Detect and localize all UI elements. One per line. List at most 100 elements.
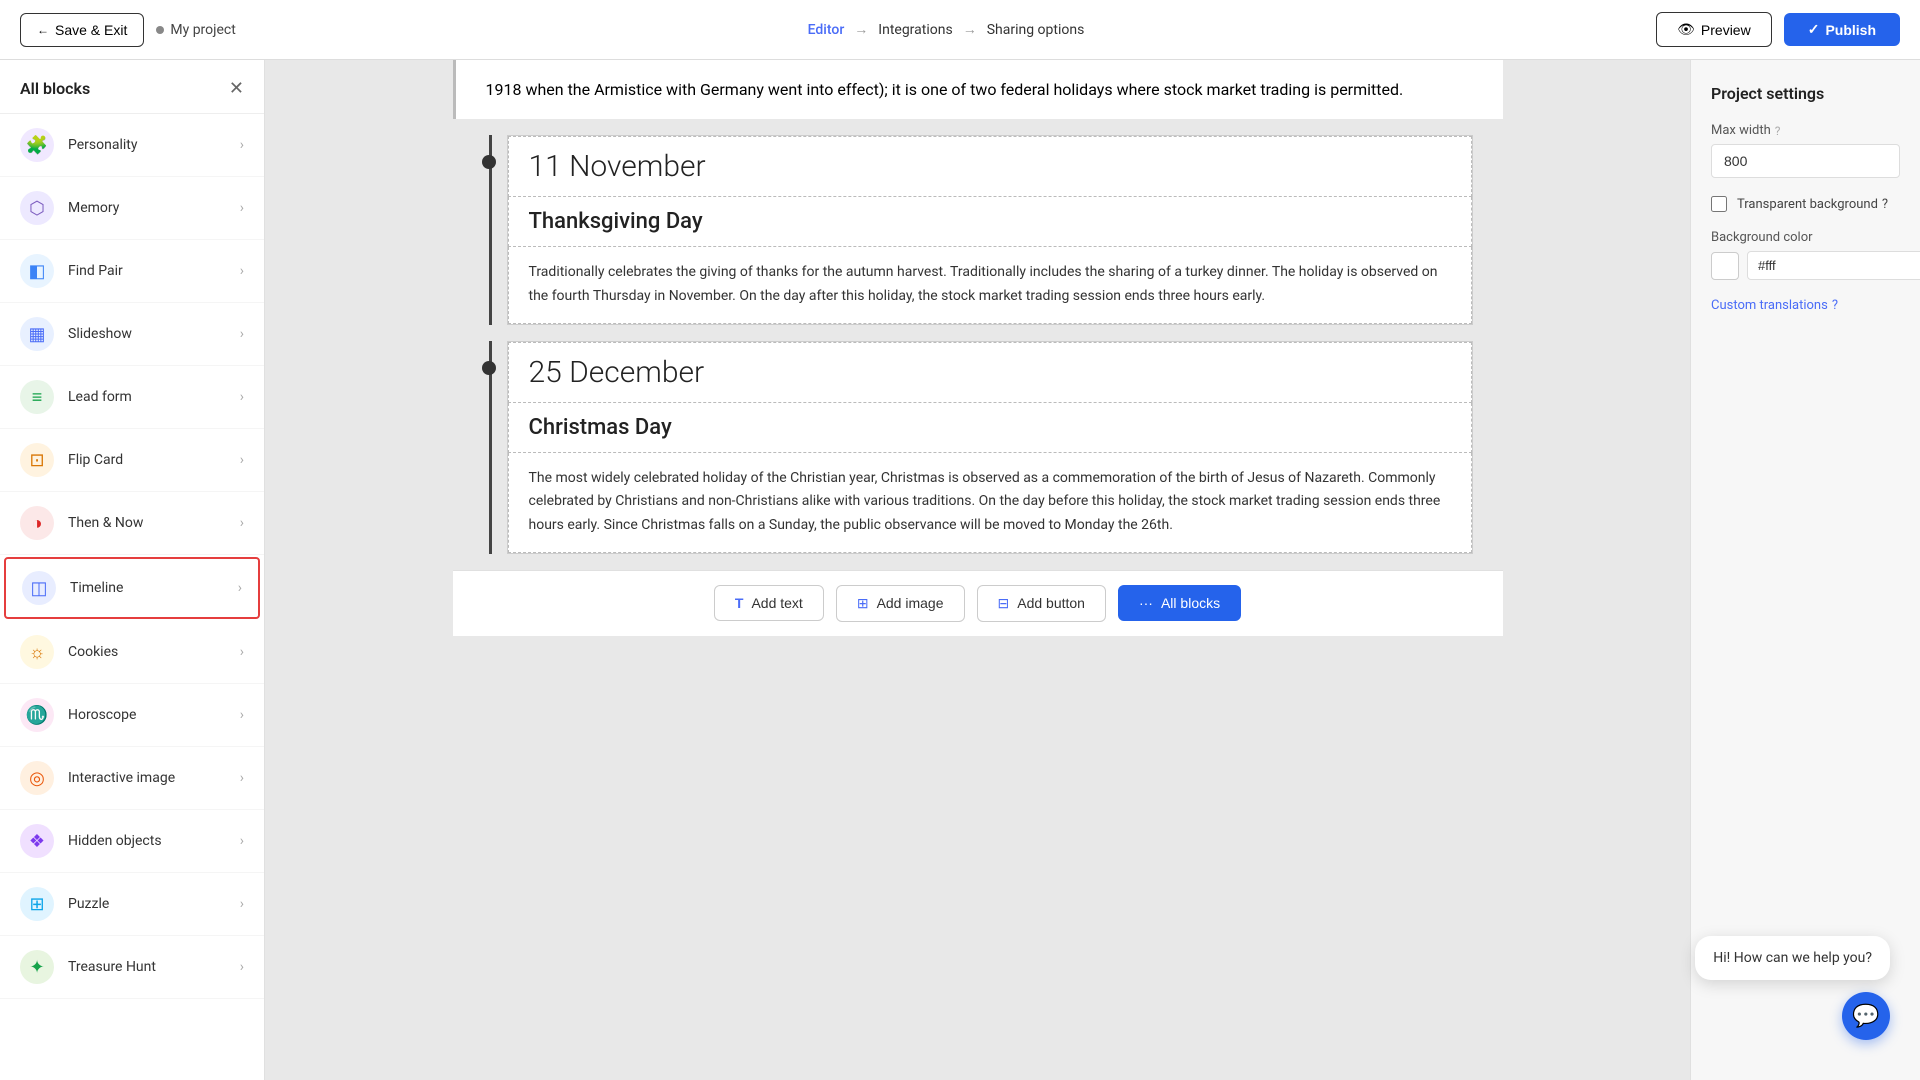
max-width-help-icon[interactable]: ? xyxy=(1775,124,1781,138)
custom-translations-link[interactable]: Custom translations ? xyxy=(1711,298,1900,313)
sidebar-item-left: ◧ Find Pair xyxy=(20,254,123,288)
flipcard-icon: ⊡ xyxy=(20,443,54,477)
sidebar-item-left: ⊡ Flip Card xyxy=(20,443,123,477)
translations-help-icon[interactable]: ? xyxy=(1832,298,1838,313)
leadform-icon: ≡ xyxy=(20,380,54,414)
color-input[interactable] xyxy=(1747,251,1920,280)
thennow-icon: ◑ xyxy=(20,506,54,540)
chat-icon: 💬 xyxy=(1852,1004,1879,1029)
sidebar-item-puzzle[interactable]: ⊞ Puzzle › xyxy=(0,873,264,936)
all-blocks-label: All blocks xyxy=(1161,595,1220,611)
add-text-label: Add text xyxy=(751,595,802,611)
sidebar-item-flipcard[interactable]: ⊡ Flip Card › xyxy=(0,429,264,492)
all-blocks-button[interactable]: ··· All blocks xyxy=(1118,585,1241,621)
bg-color-field: Background color xyxy=(1711,230,1900,280)
timeline-label: Timeline xyxy=(70,580,123,596)
sidebar-item-horoscope[interactable]: ♏ Horoscope › xyxy=(0,684,264,747)
sidebar-item-findpair[interactable]: ◧ Find Pair › xyxy=(0,240,264,303)
add-button-label: Add button xyxy=(1017,595,1085,611)
sidebar-item-thennow[interactable]: ◑ Then & Now › xyxy=(0,492,264,555)
transparent-help-icon[interactable]: ? xyxy=(1882,197,1888,212)
top-text-content: 1918 when the Armistice with Germany wen… xyxy=(486,80,1473,99)
december-entry: 25 December Christmas Day The most widel… xyxy=(483,341,1473,554)
sidebar-item-left: ❖ Hidden objects xyxy=(20,824,162,858)
chat-bubble-text: Hi! How can we help you? xyxy=(1713,950,1872,966)
sidebar-item-left: ⊞ Puzzle xyxy=(20,887,109,921)
hidden-label: Hidden objects xyxy=(68,833,162,849)
cookies-icon: ☼ xyxy=(20,635,54,669)
personality-label: Personality xyxy=(68,137,137,153)
back-arrow-icon: ← xyxy=(37,23,49,37)
chevron-icon: › xyxy=(240,770,244,786)
sidebar-item-personality[interactable]: 🧩 Personality › xyxy=(0,114,264,177)
content-area: 1918 when the Armistice with Germany wen… xyxy=(265,60,1690,1080)
add-image-label: Add image xyxy=(877,595,944,611)
chevron-icon: › xyxy=(240,515,244,531)
slideshow-label: Slideshow xyxy=(68,326,132,342)
transparent-bg-checkbox[interactable] xyxy=(1711,196,1727,212)
max-width-field: Max width ? xyxy=(1711,123,1900,178)
chevron-icon: › xyxy=(240,137,244,153)
chevron-icon: › xyxy=(240,959,244,975)
add-button-button[interactable]: ⊟ Add button xyxy=(977,585,1106,622)
november-block: 11 November Thanksgiving Day Traditional… xyxy=(453,119,1503,341)
slideshow-icon: ▦ xyxy=(20,317,54,351)
findpair-icon: ◧ xyxy=(20,254,54,288)
memory-icon: ⬡ xyxy=(20,191,54,225)
step-editor[interactable]: Editor xyxy=(808,22,845,38)
color-swatch[interactable] xyxy=(1711,252,1739,280)
preview-button[interactable]: 👁 Preview xyxy=(1656,12,1772,47)
editor-canvas: 1918 when the Armistice with Germany wen… xyxy=(453,60,1503,1080)
sidebar-item-slideshow[interactable]: ▦ Slideshow › xyxy=(0,303,264,366)
november-description: Traditionally celebrates the giving of t… xyxy=(508,247,1472,324)
panel-title: Project settings xyxy=(1711,84,1900,103)
publish-button[interactable]: ✓ Publish xyxy=(1784,13,1900,46)
chevron-icon: › xyxy=(240,389,244,405)
sidebar-item-interactive[interactable]: ◎ Interactive image › xyxy=(0,747,264,810)
arrow-1: → xyxy=(854,21,868,38)
add-text-button[interactable]: T Add text xyxy=(714,585,824,621)
max-width-input[interactable] xyxy=(1711,144,1900,178)
sidebar-item-memory[interactable]: ⬡ Memory › xyxy=(0,177,264,240)
sidebar-item-left: ≡ Lead form xyxy=(20,380,132,414)
horoscope-label: Horoscope xyxy=(68,707,136,723)
sidebar-title: All blocks xyxy=(20,79,90,98)
sidebar-item-leadform[interactable]: ≡ Lead form › xyxy=(0,366,264,429)
sidebar-item-left: ◎ Interactive image xyxy=(20,761,175,795)
check-icon: ✓ xyxy=(1808,21,1820,38)
chevron-icon: › xyxy=(240,263,244,279)
publish-label: Publish xyxy=(1825,22,1876,38)
color-row xyxy=(1711,251,1900,280)
sidebar-item-left: ▦ Slideshow xyxy=(20,317,132,351)
puzzle-icon: ⊞ xyxy=(20,887,54,921)
step-integrations[interactable]: Integrations xyxy=(878,22,952,38)
transparent-bg-label: Transparent background ? xyxy=(1737,197,1888,212)
project-name: My project xyxy=(156,22,235,38)
sidebar-item-left: ◫ Timeline xyxy=(22,571,123,605)
chevron-icon: › xyxy=(240,326,244,342)
sidebar-item-timeline[interactable]: ◫ Timeline › xyxy=(4,557,260,619)
december-card[interactable]: 25 December Christmas Day The most widel… xyxy=(507,341,1473,554)
thennow-label: Then & Now xyxy=(68,515,143,531)
sidebar-item-left: ◑ Then & Now xyxy=(20,506,143,540)
nav-left: ← Save & Exit My project xyxy=(20,13,236,47)
sidebar-item-cookies[interactable]: ☼ Cookies › xyxy=(0,621,264,684)
dot-icon xyxy=(156,26,164,34)
november-holiday-name: Thanksgiving Day xyxy=(508,197,1472,247)
step-sharing[interactable]: Sharing options xyxy=(987,22,1085,38)
save-exit-button[interactable]: ← Save & Exit xyxy=(20,13,144,47)
november-card[interactable]: 11 November Thanksgiving Day Traditional… xyxy=(507,135,1473,325)
personality-icon: 🧩 xyxy=(20,128,54,162)
chat-button[interactable]: 💬 xyxy=(1842,992,1890,1040)
sidebar-item-hidden[interactable]: ❖ Hidden objects › xyxy=(0,810,264,873)
november-date: 11 November xyxy=(508,136,1472,197)
close-icon[interactable]: ✕ xyxy=(229,78,244,99)
max-width-label: Max width ? xyxy=(1711,123,1900,138)
add-image-button[interactable]: ⊞ Add image xyxy=(836,585,965,622)
chevron-icon: › xyxy=(240,833,244,849)
timeline-dot xyxy=(482,155,496,169)
treasure-label: Treasure Hunt xyxy=(68,959,156,975)
december-block: 25 December Christmas Day The most widel… xyxy=(453,341,1503,570)
sidebar-item-treasure[interactable]: ✦ Treasure Hunt › xyxy=(0,936,264,999)
interactive-label: Interactive image xyxy=(68,770,175,786)
